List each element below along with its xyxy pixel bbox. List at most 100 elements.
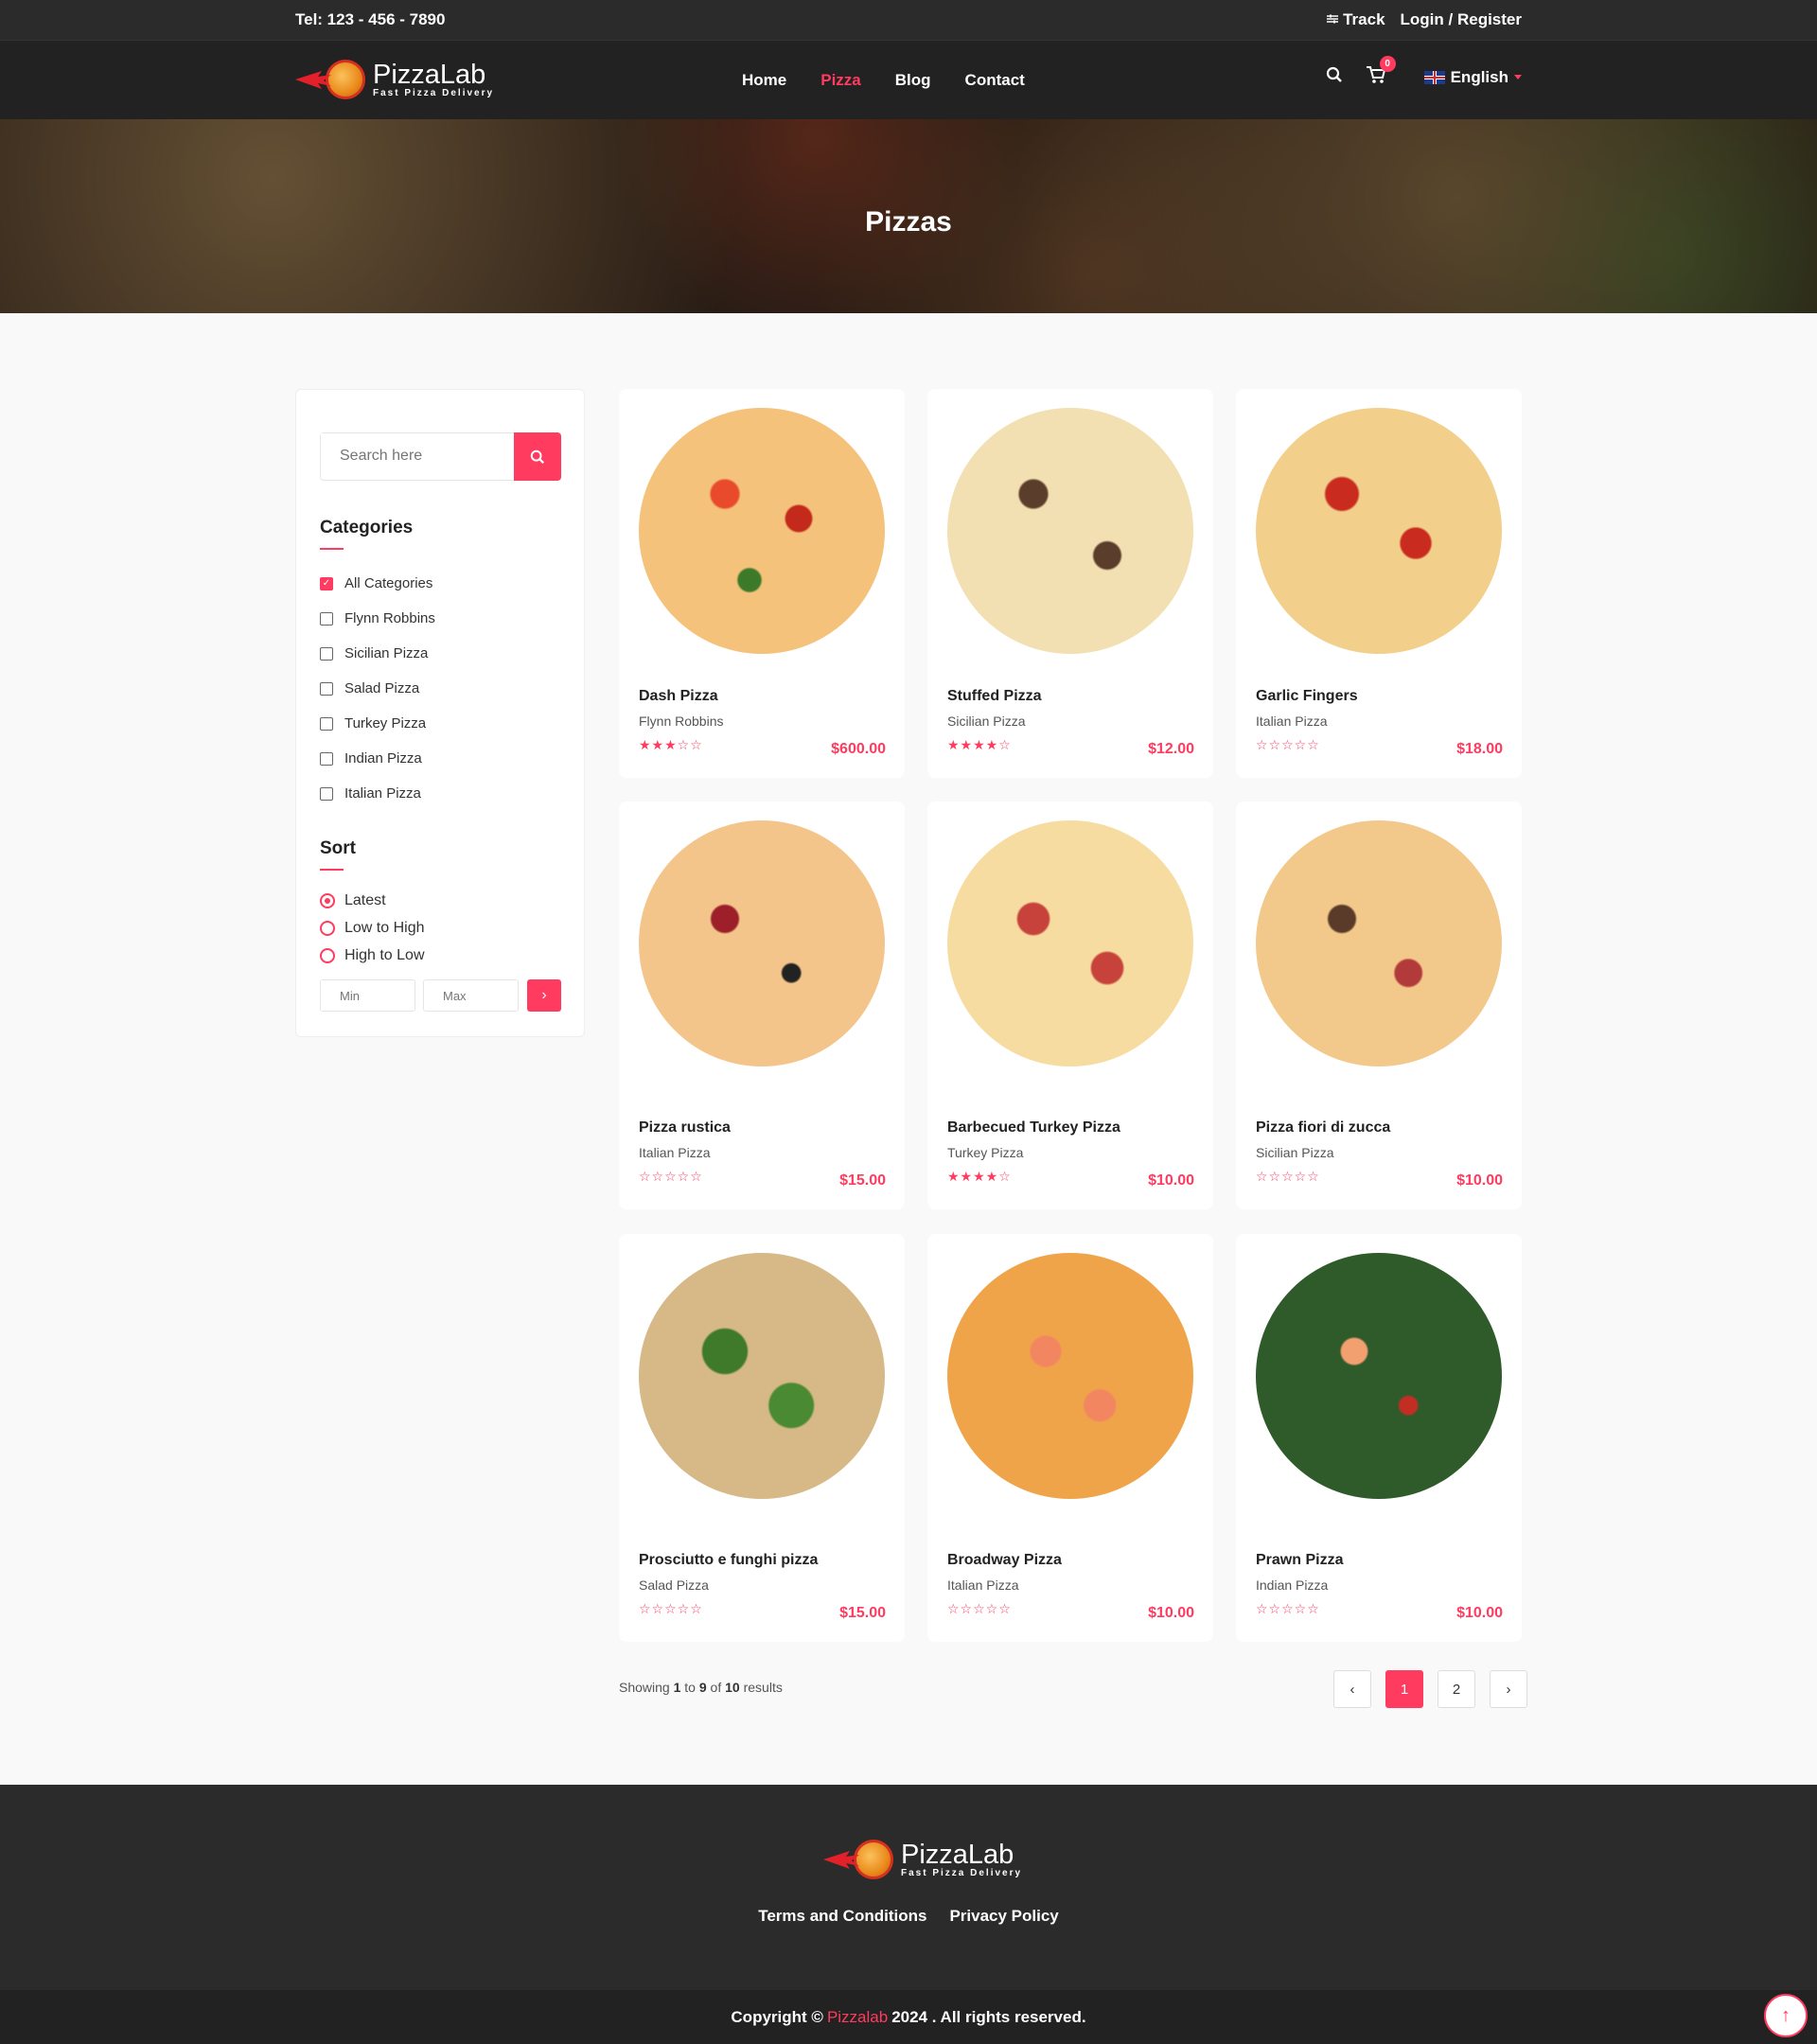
product-title[interactable]: Prosciutto e funghi pizza	[639, 1550, 820, 1570]
rating-stars: ★★★★☆	[947, 1169, 1012, 1184]
checkbox-icon[interactable]	[320, 751, 333, 766]
sort-option[interactable]: Low to High	[320, 914, 425, 942]
next-page-button[interactable]: ›	[1490, 1670, 1527, 1708]
flame-icon	[823, 1845, 861, 1874]
product-title[interactable]: Dash Pizza	[639, 686, 820, 706]
hero-banner: Pizzas	[0, 119, 1817, 313]
max-price-input[interactable]	[423, 979, 519, 1012]
nav-blog[interactable]: Blog	[895, 71, 931, 90]
search-icon[interactable]	[1326, 66, 1343, 88]
login-register-link[interactable]: Login / Register	[1401, 10, 1522, 29]
product-category: Turkey Pizza	[947, 1145, 1024, 1160]
product-card[interactable]: Broadway Pizza Italian Pizza ☆☆☆☆☆ $10.00	[927, 1234, 1213, 1642]
track-link[interactable]: Track	[1327, 10, 1385, 29]
category-label: Salad Pizza	[344, 680, 420, 696]
product-card[interactable]: Prosciutto e funghi pizza Salad Pizza ☆☆☆☆…	[619, 1234, 905, 1642]
apply-price-button[interactable]: ›	[527, 979, 561, 1012]
category-item[interactable]: ✓ All Categories	[320, 566, 435, 601]
product-title[interactable]: Barbecued Turkey Pizza	[947, 1118, 1128, 1137]
results-from: 1	[673, 1680, 681, 1695]
chevron-down-icon	[1514, 75, 1522, 79]
sort-option[interactable]: High to Low	[320, 942, 425, 969]
page-button[interactable]: 1	[1385, 1670, 1423, 1708]
product-card[interactable]: Pizza fiori di zucca Sicilian Pizza ☆☆☆☆☆ $…	[1236, 802, 1522, 1209]
product-price: $15.00	[839, 1605, 886, 1621]
pizza-image[interactable]	[947, 1253, 1193, 1499]
search-input[interactable]	[321, 433, 510, 479]
search-box	[320, 432, 561, 481]
pizza-image[interactable]	[1256, 408, 1502, 654]
product-title[interactable]: Garlic Fingers	[1256, 686, 1437, 706]
prev-page-button[interactable]: ‹	[1333, 1670, 1371, 1708]
arrow-up-icon: ↑	[1781, 2004, 1791, 2026]
search-button[interactable]	[514, 432, 561, 481]
checkbox-icon[interactable]	[320, 786, 333, 801]
sort-option[interactable]: Latest	[320, 887, 425, 914]
pizza-image[interactable]	[1256, 820, 1502, 1066]
language-selector[interactable]: English	[1423, 67, 1522, 87]
category-item[interactable]: Flynn Robbins	[320, 601, 435, 636]
product-price: $10.00	[1456, 1605, 1503, 1621]
copyright-brand-link[interactable]: Pizzalab	[827, 2008, 888, 2027]
sliders-icon	[1327, 10, 1339, 29]
checkbox-icon[interactable]	[320, 646, 333, 661]
product-card[interactable]: Dash Pizza Flynn Robbins ★★★☆☆ $600.00	[619, 389, 905, 778]
language-label: English	[1450, 67, 1508, 86]
nav-pizza[interactable]: Pizza	[820, 71, 861, 90]
category-item[interactable]: Italian Pizza	[320, 776, 435, 811]
cart-button[interactable]: 0	[1366, 56, 1396, 89]
privacy-link[interactable]: Privacy Policy	[949, 1907, 1058, 1926]
product-title[interactable]: Pizza fiori di zucca	[1256, 1118, 1437, 1137]
checkbox-icon[interactable]	[320, 716, 333, 731]
product-price: $10.00	[1456, 1172, 1503, 1189]
price-range: ›	[320, 979, 561, 1012]
category-list: ✓ All Categories Flynn Robbins Sicilian P…	[320, 566, 435, 811]
track-label: Track	[1343, 10, 1385, 28]
product-card[interactable]: Pizza rustica Italian Pizza ☆☆☆☆☆ $15.00	[619, 802, 905, 1209]
category-item[interactable]: Sicilian Pizza	[320, 636, 435, 671]
checkbox-icon[interactable]	[320, 611, 333, 626]
scroll-to-top-button[interactable]: ↑	[1764, 1994, 1808, 2037]
pizza-image[interactable]	[639, 408, 885, 654]
category-item[interactable]: Salad Pizza	[320, 671, 435, 706]
nav-contact[interactable]: Contact	[965, 71, 1025, 90]
product-card[interactable]: Barbecued Turkey Pizza Turkey Pizza ★★★★☆ $…	[927, 802, 1213, 1209]
product-title[interactable]: Prawn Pizza	[1256, 1550, 1437, 1570]
product-card[interactable]: Stuffed Pizza Sicilian Pizza ★★★★☆ $12.00	[927, 389, 1213, 778]
phone-number: Tel: 123 - 456 - 7890	[295, 10, 446, 28]
pizza-image[interactable]	[947, 408, 1193, 654]
sort-label: Latest	[344, 891, 386, 908]
nav-home[interactable]: Home	[742, 71, 786, 90]
product-card[interactable]: Prawn Pizza Indian Pizza ☆☆☆☆☆ $10.00	[1236, 1234, 1522, 1642]
radio-selected-icon[interactable]	[320, 892, 335, 908]
brand-logo[interactable]: PizzaLab Fast Pizza Delivery	[295, 60, 494, 99]
product-category: Sicilian Pizza	[1256, 1145, 1334, 1160]
pizza-image[interactable]	[639, 1253, 885, 1499]
pizza-image[interactable]	[947, 820, 1193, 1066]
footer-logo[interactable]: PizzaLab Fast Pizza Delivery	[823, 1840, 1022, 1879]
page-button[interactable]: 2	[1438, 1670, 1475, 1708]
product-title[interactable]: Broadway Pizza	[947, 1550, 1128, 1570]
rating-stars: ☆☆☆☆☆	[1256, 1601, 1320, 1616]
pizza-image[interactable]	[639, 820, 885, 1066]
category-label: Italian Pizza	[344, 785, 421, 802]
radio-icon[interactable]	[320, 920, 335, 936]
main-navbar: PizzaLab Fast Pizza Delivery Home Pizza …	[0, 40, 1817, 119]
product-title[interactable]: Pizza rustica	[639, 1118, 820, 1137]
category-item[interactable]: Indian Pizza	[320, 741, 435, 776]
terms-link[interactable]: Terms and Conditions	[758, 1907, 926, 1926]
product-price: $10.00	[1148, 1605, 1194, 1621]
uk-flag-icon	[1423, 70, 1445, 84]
copyright-suffix: 2024 . All rights reserved.	[891, 2007, 1086, 2026]
category-item[interactable]: Turkey Pizza	[320, 706, 435, 741]
product-title[interactable]: Stuffed Pizza	[947, 686, 1128, 706]
min-price-input[interactable]	[320, 979, 415, 1012]
pizza-image[interactable]	[1256, 1253, 1502, 1499]
footer-brand-tagline: Fast Pizza Delivery	[901, 1867, 1023, 1878]
checkbox-icon[interactable]	[320, 681, 333, 696]
sort-heading: Sort	[320, 838, 356, 871]
radio-icon[interactable]	[320, 947, 335, 963]
checkbox-checked-icon[interactable]: ✓	[320, 576, 333, 590]
product-card[interactable]: Garlic Fingers Italian Pizza ☆☆☆☆☆ $18.00	[1236, 389, 1522, 778]
results-to: 9	[698, 1680, 707, 1695]
